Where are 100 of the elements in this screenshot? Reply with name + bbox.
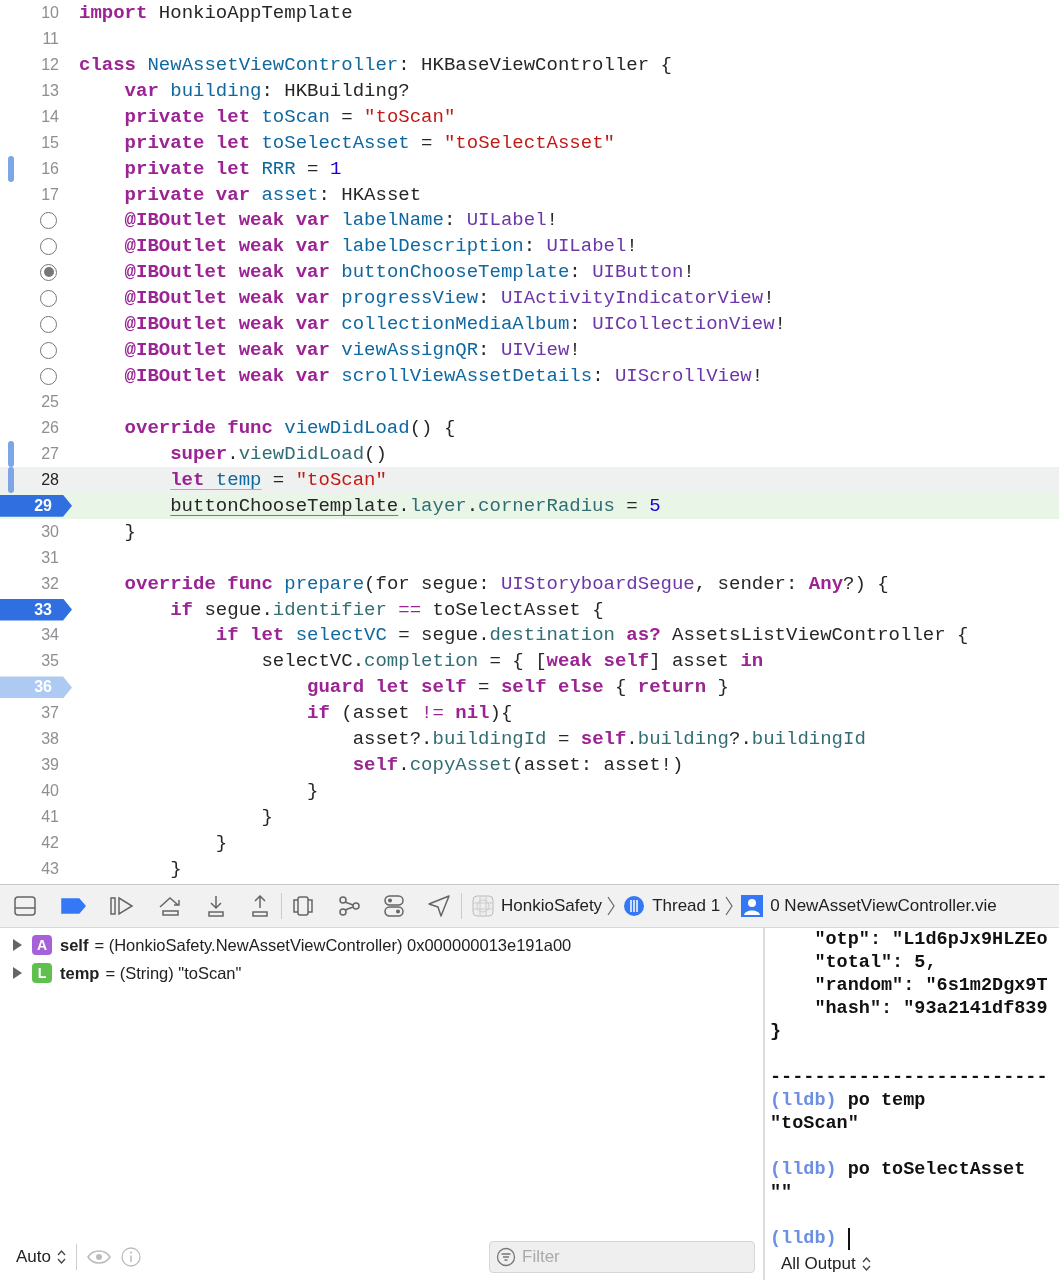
- line-number: 31: [41, 548, 59, 567]
- scope-selector[interactable]: Auto: [16, 1247, 66, 1267]
- person-icon: [741, 895, 764, 917]
- code-line: }: [306, 780, 319, 803]
- code-line: if segue.identifier == toSelectAsset {: [169, 598, 604, 621]
- code-line: asset?.buildingId = self.building?.buildingId: [351, 728, 866, 751]
- toggle-pane-icon[interactable]: [14, 896, 36, 916]
- breakpoint-marker[interactable]: 29: [0, 494, 72, 517]
- code-line: override func prepare(for segue: UIStoryboardSegue, sender: Any?) {: [123, 572, 889, 595]
- line-number: 16: [41, 159, 59, 178]
- line-number: 11: [42, 29, 59, 48]
- code-line: }: [169, 857, 182, 880]
- variable-name: temp: [60, 963, 100, 983]
- code-line: import HonkioAppTemplate: [79, 1, 353, 24]
- line-number: 28: [41, 470, 59, 489]
- code-line: @IBOutlet weak var collectionMediaAlbum: UICollectionView!: [123, 313, 786, 336]
- chevron-right-icon: [607, 896, 616, 916]
- line-number: 26: [41, 418, 59, 437]
- code-line: let temp = "toScan": [169, 468, 387, 491]
- variable-kind-badge: L: [32, 963, 52, 983]
- console-output: "otp": "L1d6pJx9HLZEo: [813, 928, 1049, 951]
- line-number: 35: [41, 652, 59, 671]
- code-line: var building: HKBuilding?: [123, 79, 410, 102]
- variable-name: self: [60, 935, 89, 955]
- code-line: selectVC.completion = { [weak self] asset in: [260, 650, 764, 673]
- line-number: 43: [41, 859, 59, 878]
- step-over-icon[interactable]: [158, 895, 182, 917]
- chevron-right-icon: [725, 896, 734, 916]
- breadcrumb-item[interactable]: HonkioSafety: [501, 896, 603, 916]
- line-number: 17: [41, 185, 59, 204]
- line-number: 37: [41, 704, 59, 723]
- filter-icon: [496, 1247, 516, 1267]
- console-prompt: (lldb): [770, 1089, 837, 1112]
- thread-icon: [623, 895, 646, 917]
- line-number: 42: [41, 833, 59, 852]
- console-output: "random": "6s1m2Dgx9T: [813, 974, 1049, 997]
- line-number: 38: [41, 730, 59, 749]
- console-prompt: (lldb): [770, 1158, 837, 1181]
- code-line: self.copyAsset(asset: asset!): [351, 754, 684, 777]
- toggles-icon[interactable]: [384, 895, 404, 917]
- location-arrow-icon[interactable]: [428, 895, 450, 917]
- console-output: "toScan": [770, 1112, 860, 1135]
- breakpoint-marker[interactable]: 33: [0, 598, 72, 621]
- filter-field[interactable]: Filter: [489, 1241, 755, 1273]
- line-number: 12: [41, 55, 59, 74]
- code-line: if let selectVC = segue.destination as? AssetsListViewController {: [214, 624, 969, 647]
- console-output: "total": 5,: [813, 951, 938, 974]
- code-line: @IBOutlet weak var progressView: UIActivityIndicatorView!: [123, 287, 775, 310]
- console-output: }: [770, 1020, 783, 1043]
- breadcrumb-item[interactable]: Thread 1: [652, 896, 721, 916]
- view-hierarchy-icon[interactable]: [292, 895, 314, 917]
- code-line: buttonChooseTemplate.layer.cornerRadius = 5: [169, 494, 661, 517]
- line-number: 30: [41, 522, 59, 541]
- code-line: if (asset != nil){: [306, 702, 513, 725]
- line-number: 15: [41, 133, 59, 152]
- console-command: po toSelectAsset: [847, 1158, 1026, 1181]
- variable-kind-badge: A: [32, 935, 52, 955]
- code-line: private let toScan = "toScan": [123, 105, 456, 128]
- code-line: }: [260, 806, 273, 829]
- memory-graph-icon[interactable]: [338, 895, 360, 917]
- code-line: class NewAssetViewController: HKBaseViewController {: [79, 53, 672, 76]
- code-line: @IBOutlet weak var labelDescription: UILabel!: [123, 235, 638, 258]
- console-prompt: (lldb): [770, 1227, 837, 1250]
- line-number: 13: [41, 81, 59, 100]
- line-number: 40: [41, 782, 59, 801]
- app-grid-icon: [472, 895, 494, 917]
- code-line: }: [214, 831, 228, 854]
- code-line: @IBOutlet weak var buttonChooseTemplate: UIButton!: [123, 261, 695, 284]
- code-line: override func viewDidLoad() {: [123, 416, 456, 439]
- code-line: @IBOutlet weak var labelName: UILabel!: [123, 209, 558, 232]
- up-down-chevron-icon: [57, 1250, 66, 1264]
- code-line: private var asset: HKAsset: [123, 183, 422, 206]
- line-number: 34: [41, 626, 59, 645]
- code-line: @IBOutlet weak var viewAssignQR: UIView!: [123, 339, 581, 362]
- line-number: 39: [41, 756, 59, 775]
- line-number: 32: [41, 574, 59, 593]
- line-number: 25: [41, 393, 59, 412]
- step-out-icon[interactable]: [250, 895, 270, 917]
- triangle-right-icon[interactable]: [12, 967, 22, 979]
- variable-value: = (String) "toScan": [105, 963, 242, 983]
- variable-value: = (HonkioSafety.NewAssetViewController) 0x000000013e191a00: [94, 935, 572, 955]
- breadcrumb-item[interactable]: 0 NewAssetViewController.vie: [770, 896, 997, 916]
- console-output: "hash": "93a2141df839: [813, 997, 1049, 1020]
- console-output: -------------------------: [770, 1066, 1049, 1089]
- step-into-icon[interactable]: [206, 895, 226, 917]
- line-number: 41: [41, 808, 59, 827]
- up-down-chevron-icon: [861, 1257, 871, 1271]
- output-selector[interactable]: All Output: [765, 1254, 871, 1280]
- breakpoint-toggle-icon[interactable]: [60, 898, 86, 914]
- continue-icon[interactable]: [110, 896, 134, 916]
- code-line: @IBOutlet weak var scrollViewAssetDetails: UIScrollView!: [123, 365, 764, 388]
- code-line: }: [123, 520, 136, 543]
- code-line: guard let self = self else { return }: [306, 676, 729, 699]
- triangle-right-icon[interactable]: [12, 939, 22, 951]
- line-number: 27: [41, 444, 59, 463]
- line-number: 10: [41, 3, 59, 22]
- console-command: po temp: [847, 1089, 926, 1112]
- line-number: 14: [41, 107, 59, 126]
- code-line: super.viewDidLoad(): [169, 442, 387, 465]
- console-output: "": [770, 1181, 794, 1204]
